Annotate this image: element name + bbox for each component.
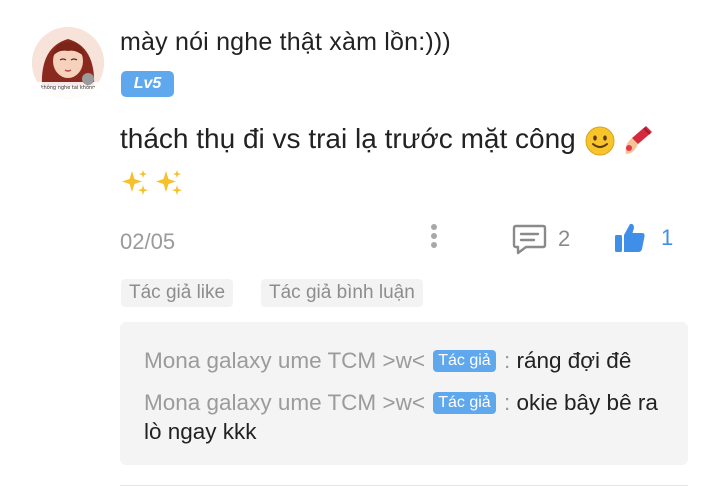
sparkles-icon (122, 169, 148, 195)
comment-card: không nghe tai không mày nói nghe thật x… (0, 0, 720, 494)
reply-text: ráng đợi đê (516, 348, 632, 373)
comment-date: 02/05 (120, 229, 176, 254)
reply-author[interactable]: Mona galaxy ume TCM >w< (144, 390, 425, 415)
comment-bubble-icon (512, 224, 547, 255)
avatar[interactable]: không nghe tai không (32, 27, 104, 99)
more-vertical-icon[interactable] (426, 224, 442, 254)
reply-count: 2 (558, 226, 571, 251)
replies-box[interactable]: Mona galaxy ume TCM >w< Tác giả : ráng đ… (120, 322, 688, 465)
avatar-caption: không nghe tai không (41, 84, 96, 91)
like-button[interactable]: 1 (613, 220, 673, 256)
nail-polish-icon (625, 125, 652, 154)
reply-separator: : (503, 390, 511, 415)
thumbs-up-icon (615, 223, 645, 252)
avatar-image: không nghe tai không (32, 27, 104, 99)
reply-button[interactable]: 2 (512, 222, 570, 256)
author-liked-tag: Tác giả like (121, 279, 234, 307)
reply-item[interactable]: Mona galaxy ume TCM >w< Tác giả : okie b… (144, 388, 664, 446)
emoji-group (584, 124, 654, 158)
author-badge: Tác giả (433, 392, 496, 414)
comment-text: thách thụ đi vs trai lạ trước mặt công (120, 123, 576, 154)
reply-item[interactable]: Mona galaxy ume TCM >w< Tác giả : ráng đ… (144, 346, 664, 375)
sparkles-icon (156, 169, 182, 195)
divider (120, 485, 688, 486)
sparkles-group (120, 168, 184, 198)
author-badge: Tác giả (433, 350, 496, 372)
slightly-smiling-face-icon (585, 126, 615, 156)
username[interactable]: mày nói nghe thật xàm lồn:))) (120, 28, 451, 57)
reply-separator: : (503, 348, 511, 373)
level-badge: Lv5 (121, 71, 174, 97)
author-replied-tag: Tác giả bình luận (261, 279, 423, 307)
like-count: 1 (661, 225, 674, 250)
comment-content: thách thụ đi vs trai lạ trước mặt công (120, 118, 690, 202)
reply-author[interactable]: Mona galaxy ume TCM >w< (144, 348, 425, 373)
